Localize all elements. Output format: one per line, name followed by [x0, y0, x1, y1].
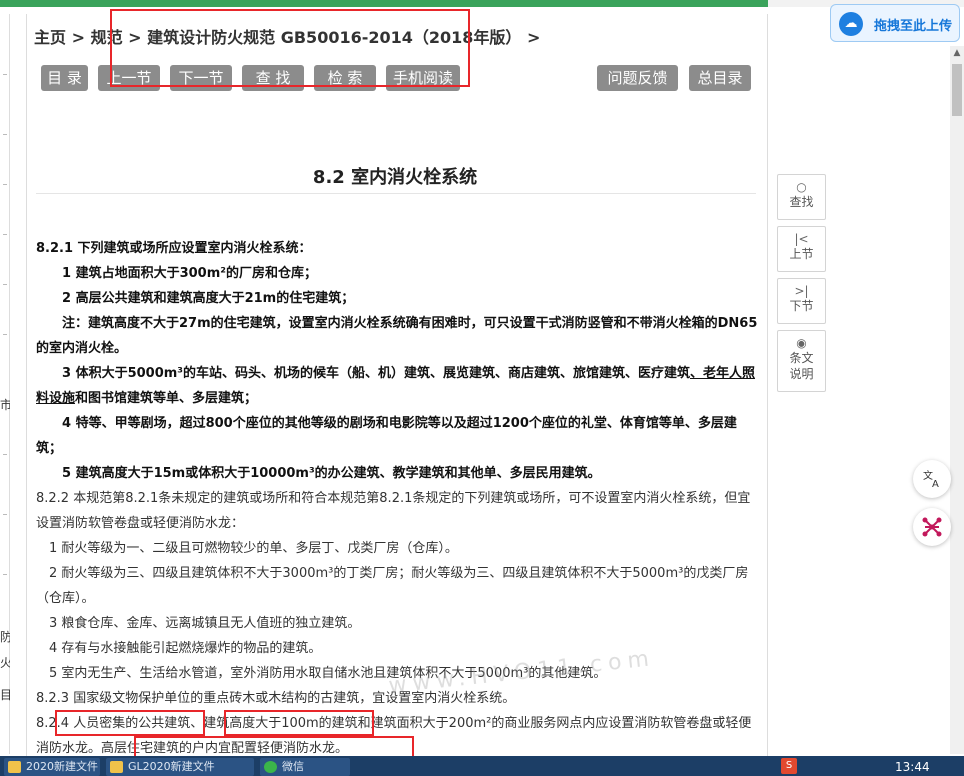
title-divider: [36, 193, 756, 194]
taskbar-clock: 13:44: [895, 760, 930, 774]
upload-drop-zone[interactable]: ☁ 拖拽至此上传: [830, 4, 960, 42]
left-text-fragment: 火: [0, 656, 10, 670]
upload-label: 拖拽至此上传: [874, 19, 953, 34]
left-tick: [3, 334, 7, 335]
clause-item: 2 高层公共建筑和建筑高度大于21m的住宅建筑；: [62, 291, 355, 306]
prev-section-button[interactable]: 上一节: [98, 65, 160, 91]
clause-item: 3 粮食仓库、金库、远离城镇且无人值班的独立建筑。: [49, 616, 361, 631]
folder-icon: [110, 761, 123, 773]
left-tick: [3, 454, 7, 455]
breadcrumb-current[interactable]: 建筑设计防火规范 GB50016-2014（2018年版）: [147, 28, 521, 47]
breadcrumb-separator: >: [128, 28, 142, 47]
scrollbar-thumb[interactable]: [952, 64, 962, 116]
main-toc-button[interactable]: 总目录: [689, 65, 751, 91]
scrollbar[interactable]: [950, 46, 964, 754]
taskbar-item[interactable]: 微信: [260, 758, 350, 776]
side-explain-label-1: 条文: [789, 351, 814, 365]
left-panel-strip[interactable]: 市 防 火 目: [0, 14, 10, 754]
side-explain-label-2: 说明: [789, 367, 814, 381]
clause-item: 5 建筑高度大于15m或体积大于10000m³的办公建筑、教学建筑和其他单、多层…: [62, 466, 601, 481]
feedback-button[interactable]: 问题反馈: [597, 65, 678, 91]
left-tick: [3, 74, 7, 75]
clause-item: 1 建筑占地面积大于300m²的厂房和仓库；: [62, 266, 317, 281]
clause-8-2-1: 8.2.1 下列建筑或场所应设置室内消火栓系统：: [36, 241, 312, 256]
mobile-read-button[interactable]: 手机阅读: [386, 65, 460, 91]
breadcrumb-home[interactable]: 主页: [34, 28, 66, 47]
left-tick: [3, 184, 7, 185]
breadcrumb-separator: >: [527, 28, 541, 47]
clause-item: 4 特等、甲等剧场，超过800个座位的其他等级的剧场和电影院等以及超过1200个…: [36, 416, 737, 456]
find-button[interactable]: 查 找: [242, 65, 304, 91]
taskbar: 2020新建文件 GL2020新建文件 微信 S 13:44: [0, 756, 964, 776]
left-tick: [3, 574, 7, 575]
breadcrumb-separator: >: [71, 28, 85, 47]
clause-text: 3 体积大于5000m³的车站、码头、机场的候车（船、机）建筑、展览建筑、商店建…: [62, 366, 690, 381]
left-tick: [3, 234, 7, 235]
network-graph-icon[interactable]: [913, 508, 951, 546]
cloud-upload-icon: ☁: [839, 12, 863, 36]
scroll-up-arrow-icon[interactable]: ▲: [950, 46, 964, 60]
left-text-fragment: 市: [0, 398, 10, 412]
side-find-button[interactable]: ○ 查找: [777, 174, 826, 220]
spec-content: 8.2.1 下列建筑或场所应设置室内消火栓系统： 1 建筑占地面积大于300m²…: [36, 236, 758, 761]
clause-item: 4 存有与水接触能引起燃烧爆炸的物品的建筑。: [49, 641, 322, 656]
taskbar-item[interactable]: GL2020新建文件: [106, 758, 254, 776]
section-title: 8.2 室内消火栓系统: [312, 167, 478, 188]
left-text-fragment: 目: [0, 688, 10, 702]
next-section-button[interactable]: 下一节: [170, 65, 232, 91]
side-next-button[interactable]: >| 下节: [777, 278, 826, 324]
toc-button[interactable]: 目 录: [41, 65, 88, 91]
side-explain-button[interactable]: ◉ 条文 说明: [777, 330, 826, 392]
left-tick: [3, 514, 7, 515]
side-find-label: 查找: [789, 195, 814, 209]
taskbar-item[interactable]: 2020新建文件: [4, 758, 100, 776]
side-prev-button[interactable]: |< 上节: [777, 226, 826, 272]
app-tray-icon[interactable]: S: [781, 758, 797, 774]
taskbar-item-label: 2020新建文件: [26, 760, 98, 773]
clause-item: 1 耐火等级为一、二级且可燃物较少的单、多层丁、戊类厂房（仓库）。: [49, 541, 458, 556]
side-next-label: 下节: [789, 299, 814, 313]
clause-item: 3 体积大于5000m³的车站、码头、机场的候车（船、机）建筑、展览建筑、商店建…: [36, 361, 758, 411]
eye-icon: ◉: [796, 336, 807, 350]
skip-back-icon: |<: [794, 232, 809, 246]
clause-item: 2 耐火等级为三、四级且建筑体积不大于3000m³的丁类厂房；耐火等级为三、四级…: [36, 566, 749, 606]
clause-8-2-2: 8.2.2 本规范第8.2.1条未规定的建筑或场所和符合本规范第8.2.1条规定…: [36, 491, 751, 531]
wechat-icon: [264, 761, 277, 773]
search-icon: ○: [796, 180, 807, 194]
clause-item: 5 室内无生产、生活给水管道，室外消防用水取自储水池且建筑体积不大于5000m³…: [49, 666, 607, 681]
taskbar-item-label: 微信: [282, 760, 304, 773]
breadcrumb-specs[interactable]: 规范: [91, 28, 123, 47]
translate-icon[interactable]: 文 A: [913, 460, 951, 498]
skip-forward-icon: >|: [794, 284, 809, 298]
clause-note: 注：建筑高度不大于27m的住宅建筑，设置室内消火栓系统确有困难时，可只设置干式消…: [36, 316, 758, 356]
side-prev-label: 上节: [789, 247, 814, 261]
clause-text: 和图书馆建筑等单、多层建筑；: [75, 391, 258, 406]
breadcrumb: 主页 > 规范 > 建筑设计防火规范 GB50016-2014（2018年版） …: [34, 24, 540, 48]
taskbar-item-label: GL2020新建文件: [128, 760, 215, 773]
folder-icon: [8, 761, 21, 773]
clause-8-2-4: 8.2.4 人员密集的公共建筑、建筑高度大于100m的建筑和建筑面积大于200m…: [36, 716, 752, 756]
left-text-fragment: 防: [0, 630, 10, 644]
clause-8-2-3: 8.2.3 国家级文物保护单位的重点砖木或木结构的古建筑，宜设置室内消火栓系统。: [36, 691, 516, 706]
top-accent-bar: [0, 0, 768, 7]
left-tick: [3, 284, 7, 285]
left-tick: [3, 134, 7, 135]
search-button[interactable]: 检 索: [314, 65, 376, 91]
svg-text:A: A: [932, 479, 939, 489]
